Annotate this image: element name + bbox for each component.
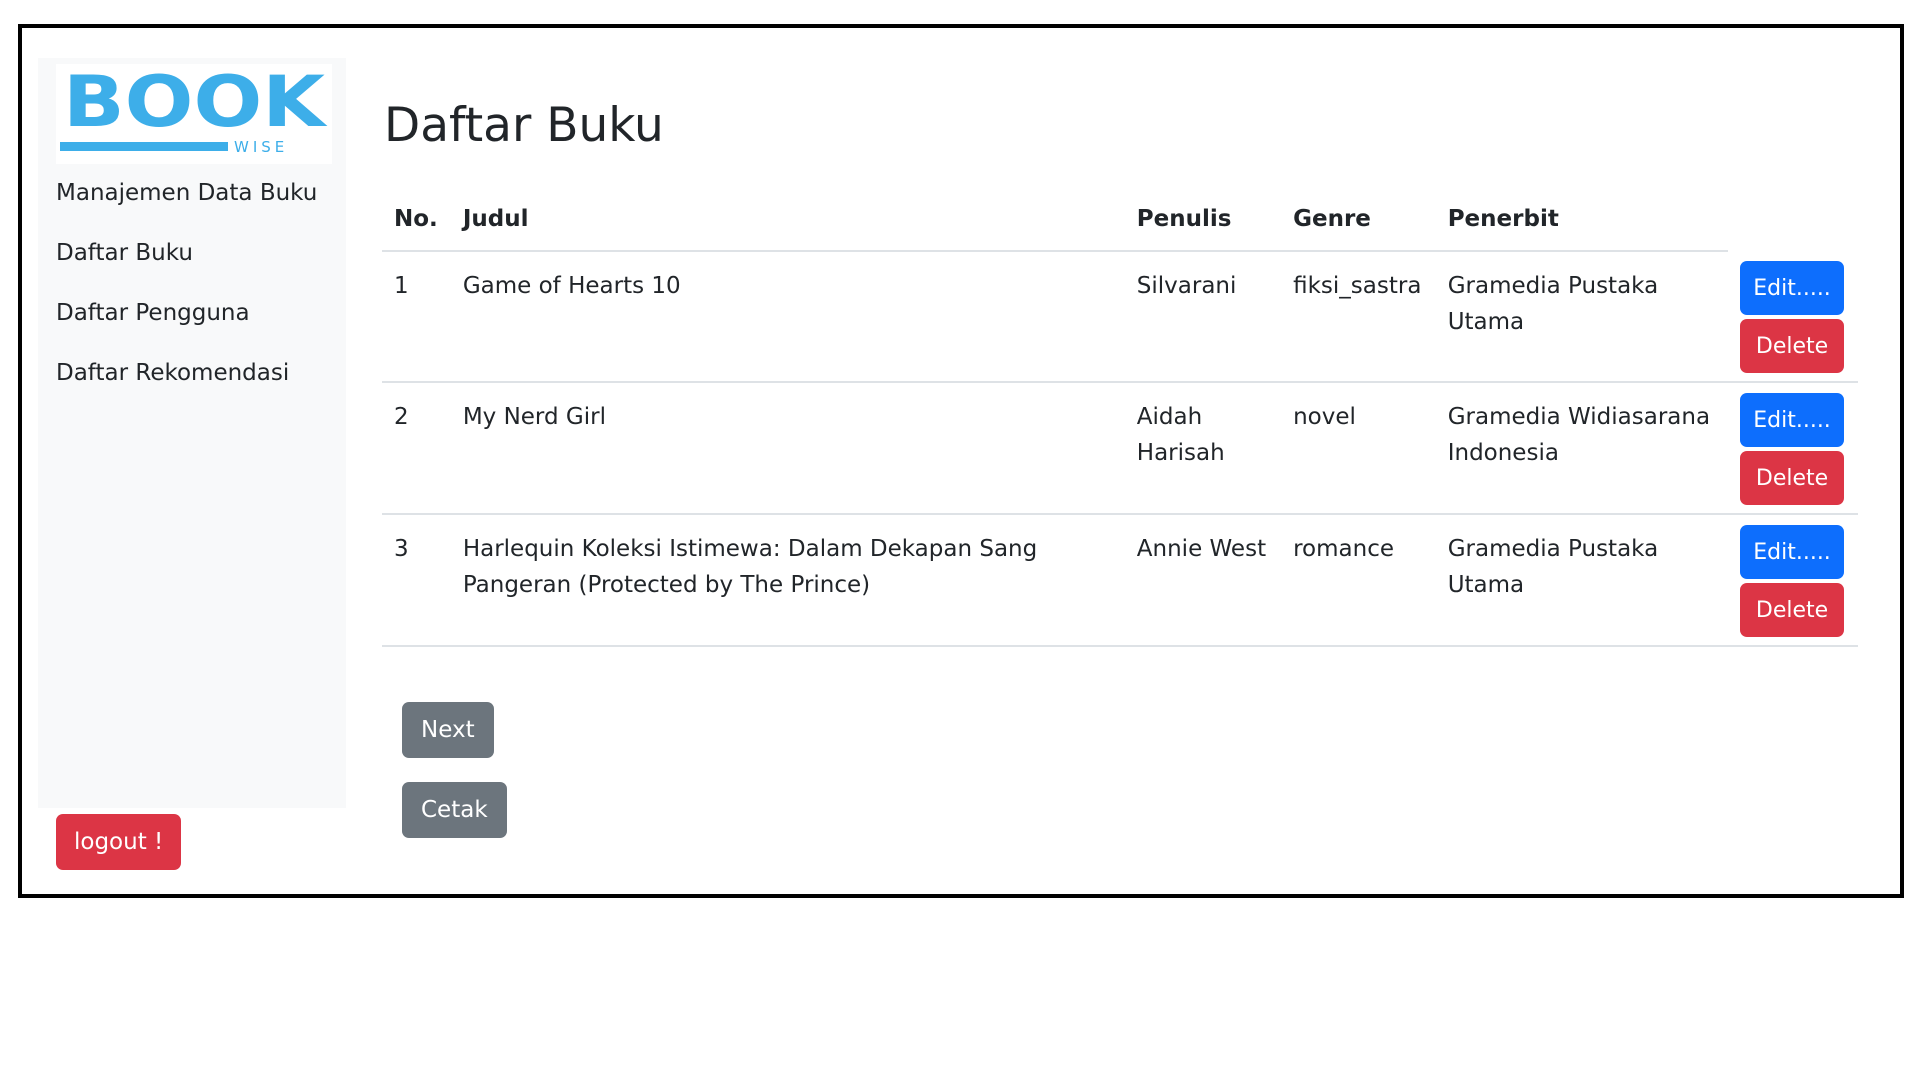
edit-button[interactable]: Edit..... [1740,261,1845,315]
header-judul: Judul [450,188,1125,252]
table-row: 1 Game of Hearts 10 Silvarani fiksi_sast… [382,251,1858,383]
header-genre: Genre [1281,188,1436,252]
header-no: No. [382,188,451,252]
cell-actions: Edit..... Delete [1728,514,1858,647]
table-row: 3 Harlequin Koleksi Istimewa: Dalam Deka… [382,514,1858,647]
sidebar: BOOK WISE Manajemen Data Buku Daftar Buk… [38,58,346,808]
app-frame: BOOK WISE Manajemen Data Buku Daftar Buk… [18,24,1904,898]
edit-button[interactable]: Edit..... [1740,525,1845,579]
cell-penulis: Silvarani [1124,251,1282,383]
cell-no: 3 [382,514,451,647]
cell-judul: My Nerd Girl [450,382,1125,515]
sidebar-nav: Manajemen Data Buku Daftar Buku Daftar P… [56,178,317,418]
delete-button[interactable]: Delete [1740,319,1845,373]
bookwise-logo: BOOK WISE [56,64,332,164]
header-penulis: Penulis [1124,188,1282,252]
cell-judul: Game of Hearts 10 [450,251,1125,383]
cell-genre: novel [1281,382,1436,515]
logout-button[interactable]: logout ! [56,814,182,870]
logo-word: BOOK [63,64,328,143]
delete-button[interactable]: Delete [1740,451,1845,505]
logo-underline [60,142,228,151]
cell-genre: fiksi_sastra [1281,251,1436,383]
table-row: 2 My Nerd Girl Aidah Harisah novel Grame… [382,382,1858,515]
cell-actions: Edit..... Delete [1728,382,1858,515]
sidebar-item-daftar-rekomendasi[interactable]: Daftar Rekomendasi [56,358,317,418]
cell-penulis: Aidah Harisah [1124,382,1282,515]
sidebar-item-daftar-buku[interactable]: Daftar Buku [56,238,317,298]
cell-penulis: Annie West [1124,514,1282,647]
cell-penerbit: Gramedia Pustaka Utama [1435,514,1729,647]
logo-sub: WISE [234,138,288,156]
cell-penerbit: Gramedia Pustaka Utama [1435,251,1729,383]
delete-button[interactable]: Delete [1740,583,1845,637]
cell-genre: romance [1281,514,1436,647]
edit-button[interactable]: Edit..... [1740,393,1845,447]
next-button[interactable]: Next [402,702,494,758]
cell-no: 2 [382,382,451,515]
sidebar-item-manajemen-data-buku[interactable]: Manajemen Data Buku [56,178,317,238]
cell-no: 1 [382,251,451,383]
sidebar-item-daftar-pengguna[interactable]: Daftar Pengguna [56,298,317,358]
header-actions [1728,188,1858,251]
cell-judul: Harlequin Koleksi Istimewa: Dalam Dekapa… [450,514,1125,647]
bookwise-logo-graphic: BOOK WISE [60,64,328,156]
books-table: No. Judul Penulis Genre Penerbit 1 Game … [382,188,1858,647]
page-title: Daftar Buku [384,98,664,153]
print-button[interactable]: Cetak [402,782,507,838]
header-penerbit: Penerbit [1435,188,1729,252]
cell-actions: Edit..... Delete [1728,251,1858,383]
table-header-row: No. Judul Penulis Genre Penerbit [382,188,1858,252]
cell-penerbit: Gramedia Widiasarana Indonesia [1435,382,1729,515]
